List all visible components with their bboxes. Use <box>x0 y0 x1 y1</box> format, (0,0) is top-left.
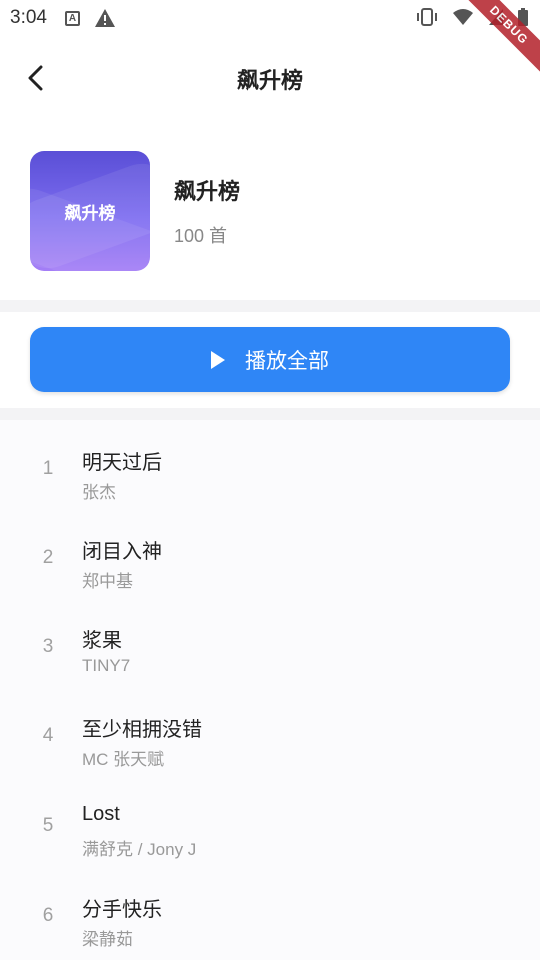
song-count: 100 首 <box>174 226 228 246</box>
vibrate-icon <box>417 8 437 26</box>
song-title: 闭目入神 <box>82 541 162 563</box>
song-rank: 6 <box>42 905 54 926</box>
section-divider <box>0 300 540 312</box>
warning-icon <box>94 9 115 27</box>
playlist-header: 飙升榜 飙升榜 100 首 <box>0 122 540 300</box>
song-rank: 5 <box>42 815 54 836</box>
song-rank: 1 <box>42 458 54 479</box>
playlist-cover: 飙升榜 <box>30 151 150 271</box>
song-title: 至少相拥没错 <box>82 719 202 741</box>
song-rank: 2 <box>42 547 54 568</box>
play-all-button[interactable]: 播放全部 <box>30 327 510 392</box>
status-bar: 3:04 A <box>0 0 540 36</box>
status-time: 3:04 <box>10 7 47 28</box>
section-divider <box>0 408 540 420</box>
app-bar: 飙升榜 <box>0 36 540 122</box>
cover-text: 飙升榜 <box>64 203 116 223</box>
song-artist: 郑中基 <box>82 572 133 591</box>
song-artist: MC 张天赋 <box>82 750 165 769</box>
playlist-info: 飙升榜 100 首 <box>174 174 240 248</box>
song-item[interactable]: 6 分手快乐 梁静茹 <box>0 867 540 953</box>
wifi-icon <box>453 9 473 25</box>
song-item[interactable]: 1 明天过后 张杰 <box>0 420 540 506</box>
song-title: 明天过后 <box>82 452 162 474</box>
song-artist: 张杰 <box>82 483 116 502</box>
page-title: 飙升榜 <box>236 68 303 93</box>
song-title: Lost <box>82 803 120 825</box>
playlist-title: 飙升榜 <box>174 179 241 204</box>
song-rank: 3 <box>42 636 54 657</box>
play-all-label: 播放全部 <box>245 349 329 373</box>
play-icon <box>211 350 225 369</box>
song-artist: 梁静茹 <box>82 930 133 949</box>
back-button[interactable] <box>18 60 54 96</box>
song-item[interactable]: 4 至少相拥没错 MC 张天赋 <box>0 687 540 773</box>
song-rank: 4 <box>42 725 54 746</box>
song-title: 浆果 <box>82 630 122 652</box>
song-list: 1 明天过后 张杰 2 闭目入神 郑中基 3 浆果 TINY7 4 至少相拥没错… <box>0 420 540 960</box>
chevron-left-icon <box>28 65 43 91</box>
song-item[interactable]: 5 Lost 满舒克 / Jony J <box>0 777 540 863</box>
song-title: 分手快乐 <box>82 899 162 921</box>
a-notification-icon: A <box>64 10 80 26</box>
song-artist: TINY7 <box>82 656 131 675</box>
song-artist: 满舒克 / Jony J <box>82 840 197 859</box>
song-item[interactable]: 3 浆果 TINY7 <box>0 598 540 684</box>
song-item[interactable]: 2 闭目入神 郑中基 <box>0 509 540 595</box>
